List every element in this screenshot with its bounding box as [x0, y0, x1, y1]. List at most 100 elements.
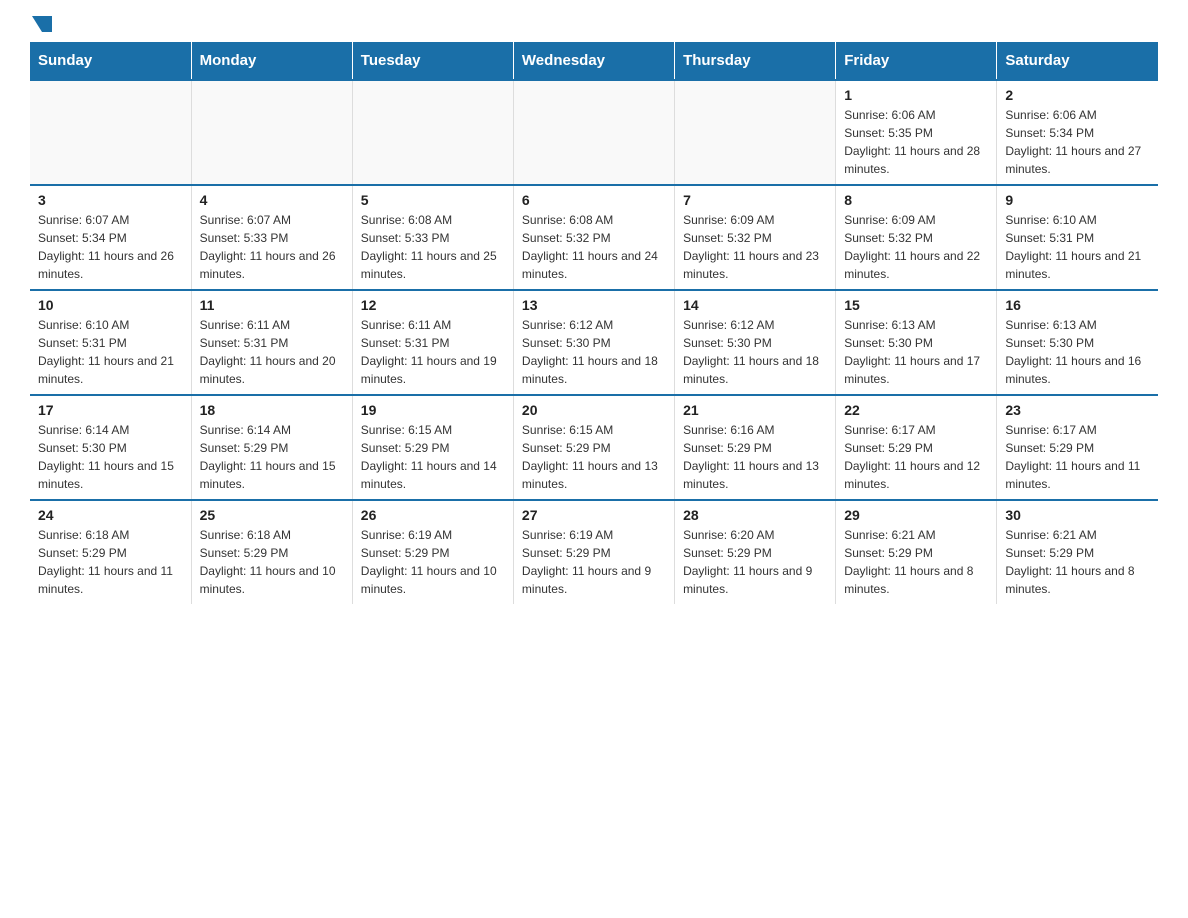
table-cell: 2 Sunrise: 6:06 AMSunset: 5:34 PMDaylight… [997, 80, 1158, 185]
day-number: 14 [683, 297, 827, 313]
day-info: Sunrise: 6:09 AMSunset: 5:32 PMDaylight:… [844, 211, 988, 283]
header-saturday: Saturday [997, 42, 1158, 80]
day-info: Sunrise: 6:19 AMSunset: 5:29 PMDaylight:… [361, 526, 505, 598]
day-info: Sunrise: 6:06 AMSunset: 5:34 PMDaylight:… [1005, 106, 1150, 178]
table-cell: 12 Sunrise: 6:11 AMSunset: 5:31 PMDayligh… [352, 290, 513, 395]
table-cell: 9Sunrise: 6:10 AMSunset: 5:31 PMDaylight… [997, 185, 1158, 290]
table-cell: 20 Sunrise: 6:15 AMSunset: 5:29 PMDayligh… [513, 395, 674, 500]
day-info: Sunrise: 6:08 AMSunset: 5:33 PMDaylight:… [361, 211, 505, 283]
day-info: Sunrise: 6:18 AMSunset: 5:29 PMDaylight:… [200, 526, 344, 598]
day-number: 2 [1005, 87, 1150, 103]
table-cell: 5 Sunrise: 6:08 AMSunset: 5:33 PMDaylight… [352, 185, 513, 290]
day-number: 13 [522, 297, 666, 313]
table-cell: 14 Sunrise: 6:12 AMSunset: 5:30 PMDayligh… [675, 290, 836, 395]
day-info: Sunrise: 6:21 AMSunset: 5:29 PMDaylight:… [844, 526, 988, 598]
day-info: Sunrise: 6:07 AMSunset: 5:34 PMDaylight:… [38, 211, 183, 283]
day-number: 6 [522, 192, 666, 208]
day-info: Sunrise: 6:15 AMSunset: 5:29 PMDaylight:… [361, 421, 505, 493]
table-cell [675, 80, 836, 185]
day-info: Sunrise: 6:18 AMSunset: 5:29 PMDaylight:… [38, 526, 183, 598]
header-tuesday: Tuesday [352, 42, 513, 80]
day-info: Sunrise: 6:20 AMSunset: 5:29 PMDaylight:… [683, 526, 827, 598]
day-info: Sunrise: 6:10 AMSunset: 5:31 PMDaylight:… [38, 316, 183, 388]
day-info: Sunrise: 6:12 AMSunset: 5:30 PMDaylight:… [683, 316, 827, 388]
page-header [30, 20, 1158, 32]
table-cell: 21 Sunrise: 6:16 AMSunset: 5:29 PMDayligh… [675, 395, 836, 500]
day-number: 12 [361, 297, 505, 313]
day-info: Sunrise: 6:13 AMSunset: 5:30 PMDaylight:… [1005, 316, 1150, 388]
table-cell [513, 80, 674, 185]
table-cell: 4 Sunrise: 6:07 AMSunset: 5:33 PMDaylight… [191, 185, 352, 290]
header-wednesday: Wednesday [513, 42, 674, 80]
table-cell: 30 Sunrise: 6:21 AMSunset: 5:29 PMDayligh… [997, 500, 1158, 604]
calendar-table: SundayMondayTuesdayWednesdayThursdayFrid… [30, 42, 1158, 604]
day-info: Sunrise: 6:10 AMSunset: 5:31 PMDaylight:… [1005, 211, 1150, 283]
day-info: Sunrise: 6:12 AMSunset: 5:30 PMDaylight:… [522, 316, 666, 388]
day-number: 15 [844, 297, 988, 313]
header-thursday: Thursday [675, 42, 836, 80]
day-number: 28 [683, 507, 827, 523]
table-cell: 16 Sunrise: 6:13 AMSunset: 5:30 PMDayligh… [997, 290, 1158, 395]
calendar-header-row: SundayMondayTuesdayWednesdayThursdayFrid… [30, 42, 1158, 80]
table-cell: 8 Sunrise: 6:09 AMSunset: 5:32 PMDaylight… [836, 185, 997, 290]
day-info: Sunrise: 6:14 AMSunset: 5:30 PMDaylight:… [38, 421, 183, 493]
table-cell: 11Sunrise: 6:11 AMSunset: 5:31 PMDayligh… [191, 290, 352, 395]
week-row-5: 24Sunrise: 6:18 AMSunset: 5:29 PMDayligh… [30, 500, 1158, 604]
day-number: 4 [200, 192, 344, 208]
day-info: Sunrise: 6:11 AMSunset: 5:31 PMDaylight:… [200, 316, 344, 388]
week-row-4: 17 Sunrise: 6:14 AMSunset: 5:30 PMDayligh… [30, 395, 1158, 500]
day-info: Sunrise: 6:17 AMSunset: 5:29 PMDaylight:… [1005, 421, 1150, 493]
day-info: Sunrise: 6:17 AMSunset: 5:29 PMDaylight:… [844, 421, 988, 493]
table-cell: 26 Sunrise: 6:19 AMSunset: 5:29 PMDayligh… [352, 500, 513, 604]
table-cell: 18 Sunrise: 6:14 AMSunset: 5:29 PMDayligh… [191, 395, 352, 500]
week-row-1: 1 Sunrise: 6:06 AMSunset: 5:35 PMDaylight… [30, 80, 1158, 185]
day-number: 19 [361, 402, 505, 418]
table-cell: 7 Sunrise: 6:09 AMSunset: 5:32 PMDaylight… [675, 185, 836, 290]
day-number: 20 [522, 402, 666, 418]
day-info: Sunrise: 6:13 AMSunset: 5:30 PMDaylight:… [844, 316, 988, 388]
logo [30, 20, 52, 32]
table-cell [30, 80, 191, 185]
day-number: 16 [1005, 297, 1150, 313]
day-info: Sunrise: 6:19 AMSunset: 5:29 PMDaylight:… [522, 526, 666, 598]
day-number: 1 [844, 87, 988, 103]
day-info: Sunrise: 6:16 AMSunset: 5:29 PMDaylight:… [683, 421, 827, 493]
table-cell: 6 Sunrise: 6:08 AMSunset: 5:32 PMDaylight… [513, 185, 674, 290]
day-info: Sunrise: 6:11 AMSunset: 5:31 PMDaylight:… [361, 316, 505, 388]
table-cell: 19 Sunrise: 6:15 AMSunset: 5:29 PMDayligh… [352, 395, 513, 500]
day-info: Sunrise: 6:08 AMSunset: 5:32 PMDaylight:… [522, 211, 666, 283]
day-number: 18 [200, 402, 344, 418]
day-number: 27 [522, 507, 666, 523]
week-row-2: 3Sunrise: 6:07 AMSunset: 5:34 PMDaylight… [30, 185, 1158, 290]
day-number: 23 [1005, 402, 1150, 418]
day-info: Sunrise: 6:06 AMSunset: 5:35 PMDaylight:… [844, 106, 988, 178]
day-number: 25 [200, 507, 344, 523]
day-info: Sunrise: 6:14 AMSunset: 5:29 PMDaylight:… [200, 421, 344, 493]
day-number: 8 [844, 192, 988, 208]
day-number: 29 [844, 507, 988, 523]
header-friday: Friday [836, 42, 997, 80]
day-number: 26 [361, 507, 505, 523]
day-info: Sunrise: 6:15 AMSunset: 5:29 PMDaylight:… [522, 421, 666, 493]
header-monday: Monday [191, 42, 352, 80]
day-number: 5 [361, 192, 505, 208]
day-number: 10 [38, 297, 183, 313]
table-cell: 24Sunrise: 6:18 AMSunset: 5:29 PMDayligh… [30, 500, 191, 604]
day-number: 7 [683, 192, 827, 208]
day-number: 30 [1005, 507, 1150, 523]
day-number: 17 [38, 402, 183, 418]
day-info: Sunrise: 6:07 AMSunset: 5:33 PMDaylight:… [200, 211, 344, 283]
table-cell: 29 Sunrise: 6:21 AMSunset: 5:29 PMDayligh… [836, 500, 997, 604]
table-cell [352, 80, 513, 185]
logo-triangle-icon [32, 16, 52, 32]
table-cell: 25 Sunrise: 6:18 AMSunset: 5:29 PMDayligh… [191, 500, 352, 604]
week-row-3: 10 Sunrise: 6:10 AMSunset: 5:31 PMDayligh… [30, 290, 1158, 395]
table-cell: 15 Sunrise: 6:13 AMSunset: 5:30 PMDayligh… [836, 290, 997, 395]
table-cell: 10 Sunrise: 6:10 AMSunset: 5:31 PMDayligh… [30, 290, 191, 395]
day-number: 21 [683, 402, 827, 418]
table-cell: 1 Sunrise: 6:06 AMSunset: 5:35 PMDaylight… [836, 80, 997, 185]
day-info: Sunrise: 6:09 AMSunset: 5:32 PMDaylight:… [683, 211, 827, 283]
table-cell: 17 Sunrise: 6:14 AMSunset: 5:30 PMDayligh… [30, 395, 191, 500]
day-info: Sunrise: 6:21 AMSunset: 5:29 PMDaylight:… [1005, 526, 1150, 598]
table-cell: 23 Sunrise: 6:17 AMSunset: 5:29 PMDayligh… [997, 395, 1158, 500]
